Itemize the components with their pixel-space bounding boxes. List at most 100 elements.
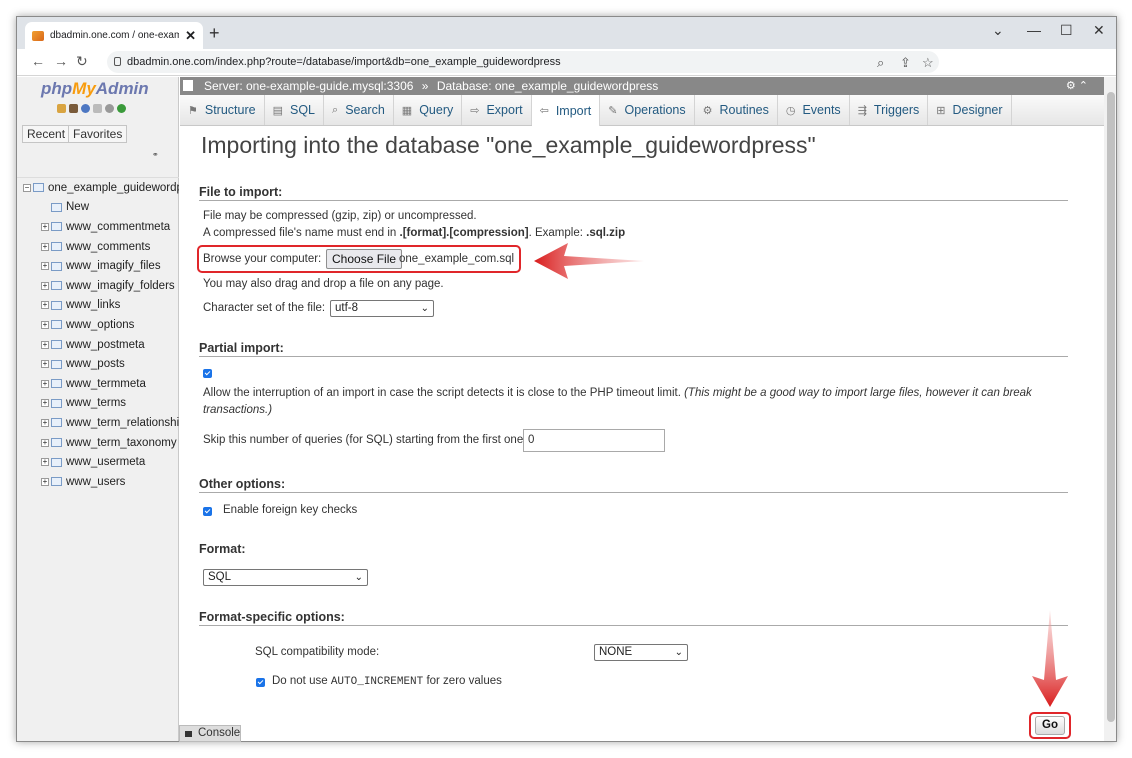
tree-table[interactable]: + www_imagify_folders <box>17 276 179 296</box>
tab-designer[interactable]: ⊞ Designer <box>928 95 1012 125</box>
auto-increment-checkbox[interactable] <box>256 678 265 687</box>
share-icon[interactable]: ⇪ <box>900 52 911 74</box>
phpmyadmin-logo[interactable]: phpMyAdmin <box>41 79 149 99</box>
tree-table[interactable]: + www_usermeta <box>17 452 179 472</box>
tab-triggers[interactable]: ⇶ Triggers <box>850 95 929 125</box>
tab-events[interactable]: ◷ Events <box>778 95 850 125</box>
tab-label: SQL <box>290 103 316 117</box>
sql-icon: ▤ <box>272 104 283 117</box>
expand-icon[interactable]: + <box>41 222 49 231</box>
expand-icon[interactable]: + <box>41 281 49 290</box>
reload-icon[interactable]: ↻ <box>76 53 88 70</box>
new-tab-button[interactable]: + <box>209 23 220 44</box>
scrollbar[interactable] <box>1104 77 1116 741</box>
tab-import[interactable]: ⇦ Import <box>531 95 601 126</box>
tab-search[interactable]: ⌕ Search <box>324 95 394 125</box>
table-icon <box>51 340 62 350</box>
choose-file-button[interactable]: Choose File <box>326 249 403 269</box>
expand-icon[interactable]: + <box>41 477 49 486</box>
tab-query[interactable]: ▦ Query <box>394 95 463 125</box>
help-icon[interactable] <box>81 104 90 113</box>
tree-table[interactable]: + www_comments <box>17 237 179 257</box>
tab-routines[interactable]: ⚙ Routines <box>695 95 778 125</box>
go-button[interactable]: Go <box>1035 716 1065 735</box>
tree-table[interactable]: + www_posts <box>17 354 179 374</box>
tree-new[interactable]: New <box>17 198 179 218</box>
foreign-key-checkbox[interactable] <box>203 507 212 516</box>
back-icon[interactable]: ← <box>31 53 45 69</box>
url-input[interactable]: dbadmin.one.com/index.php?route=/databas… <box>107 51 939 73</box>
recent-button[interactable]: Recent <box>22 125 71 143</box>
tab-operations[interactable]: ✎ Operations <box>600 95 695 125</box>
tab-search-icon[interactable]: ⌄ <box>992 22 1004 39</box>
scrollbar-thumb[interactable] <box>1107 92 1115 722</box>
logout-icon[interactable] <box>69 104 78 113</box>
breadcrumb-server[interactable]: Server: one-example-guide.mysql:3306 <box>204 79 413 93</box>
expand-icon[interactable]: + <box>41 301 49 310</box>
tab-export[interactable]: ⇨ Export <box>462 95 532 125</box>
expand-icon[interactable]: + <box>41 360 49 369</box>
close-tab-icon[interactable]: ✕ <box>185 28 196 44</box>
favicon-icon <box>32 30 44 41</box>
bookmark-star-icon[interactable]: ☆ <box>922 52 934 74</box>
minimize-icon[interactable]: — <box>1027 22 1041 38</box>
tree-table[interactable]: + www_options <box>17 315 179 335</box>
chevron-down-icon: ⌄ <box>674 647 683 658</box>
compat-mode-select[interactable]: NONE ⌄ <box>594 644 688 661</box>
section-partial-import: Partial import: <box>199 341 1068 357</box>
foreign-key-label: Enable foreign key checks <box>223 504 358 516</box>
forward-icon[interactable]: → <box>54 53 68 69</box>
table-icon <box>51 418 62 428</box>
tree-item-label: New <box>66 201 90 214</box>
console-button[interactable]: Console <box>179 725 241 742</box>
tree-table[interactable]: + www_users <box>17 472 179 492</box>
settings-icon[interactable] <box>105 104 114 113</box>
expand-icon[interactable]: + <box>41 458 49 467</box>
expand-icon[interactable]: + <box>41 262 49 271</box>
tree-database[interactable]: − one_example_guidewordpress <box>17 178 179 198</box>
interrupt-checkbox[interactable] <box>203 369 212 378</box>
link-icon[interactable]: ⚭ <box>152 150 159 159</box>
expand-icon[interactable]: − <box>23 183 31 192</box>
tree-table[interactable]: + www_postmeta <box>17 335 179 355</box>
docs-icon[interactable] <box>93 104 102 113</box>
chevron-down-icon: ⌄ <box>420 303 429 314</box>
skip-queries-input[interactable]: 0 <box>523 429 665 452</box>
page-settings-icon[interactable]: ⚙ ⌃ <box>1066 77 1088 95</box>
skip-queries-label: Skip this number of queries (for SQL) st… <box>203 434 527 446</box>
chevron-down-icon: ⌄ <box>354 572 363 583</box>
expand-icon[interactable]: + <box>41 379 49 388</box>
collapse-icon[interactable] <box>183 80 193 91</box>
tree-table[interactable]: + www_term_taxonomy <box>17 433 179 453</box>
tree-table[interactable]: + www_terms <box>17 394 179 414</box>
browse-label: Browse your computer: <box>203 253 322 265</box>
tree-table[interactable]: + www_imagify_files <box>17 256 179 276</box>
tab-structure[interactable]: ⚑ Structure <box>180 95 265 125</box>
breadcrumb-database[interactable]: Database: one_example_guidewordpress <box>437 79 658 93</box>
charset-select[interactable]: utf-8 ⌄ <box>330 300 434 317</box>
tree-table[interactable]: + www_termmeta <box>17 374 179 394</box>
tree-table[interactable]: + www_links <box>17 296 179 316</box>
import-icon: ⇦ <box>539 105 549 117</box>
browser-tab[interactable]: dbadmin.one.com / one-example ✕ <box>25 22 203 49</box>
maximize-icon[interactable]: ☐ <box>1060 22 1073 39</box>
expand-icon[interactable]: + <box>41 340 49 349</box>
favorites-button[interactable]: Favorites <box>68 125 128 143</box>
tab-label: Routines <box>719 103 769 117</box>
expand-icon[interactable]: + <box>41 399 49 408</box>
window-close-icon[interactable]: ✕ <box>1093 22 1105 39</box>
tree-table[interactable]: + www_term_relationships <box>17 413 179 433</box>
refresh-icon[interactable] <box>117 104 126 113</box>
table-icon <box>51 300 62 310</box>
format-select[interactable]: SQL ⌄ <box>203 569 368 586</box>
expand-icon[interactable]: + <box>41 320 49 329</box>
expand-icon[interactable]: + <box>41 242 49 251</box>
tree-table[interactable]: + www_commentmeta <box>17 217 179 237</box>
zoom-icon[interactable]: ⌕ <box>877 52 884 74</box>
query-icon: ▦ <box>401 104 413 117</box>
database-icon <box>33 183 44 193</box>
expand-icon[interactable]: + <box>41 438 49 447</box>
tab-sql[interactable]: ▤ SQL <box>265 95 325 125</box>
home-icon[interactable] <box>57 104 66 113</box>
expand-icon[interactable]: + <box>41 418 49 427</box>
